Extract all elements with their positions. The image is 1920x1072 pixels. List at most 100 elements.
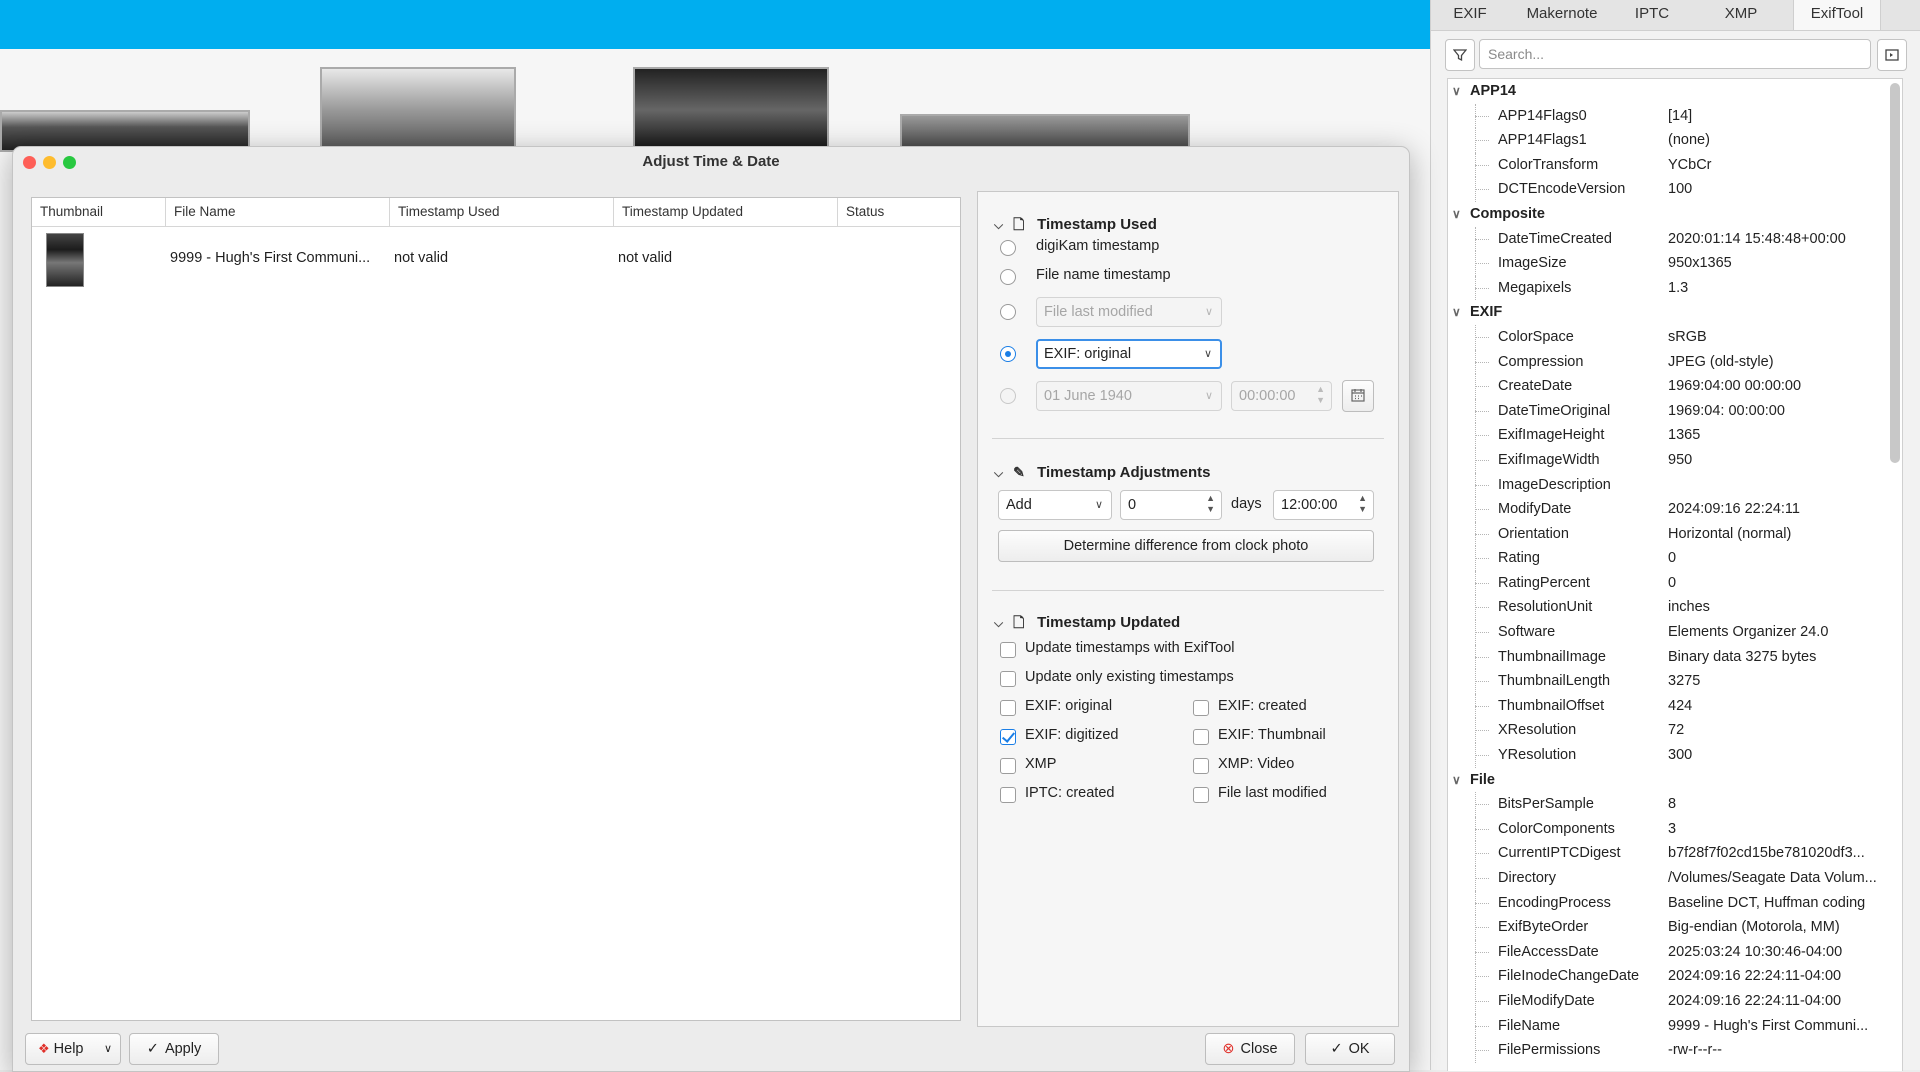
panel-settings-button[interactable] bbox=[1877, 39, 1907, 71]
metadata-value: (none) bbox=[1668, 132, 1710, 149]
digikam-timestamp-label[interactable]: digiKam timestamp bbox=[1036, 238, 1159, 254]
column-thumbnail[interactable]: Thumbnail bbox=[32, 198, 166, 226]
metadata-row[interactable]: FileAccessDate 2025:03:24 10:30:46-04:00 bbox=[1448, 939, 1902, 965]
file-last-modified-checkbox[interactable] bbox=[1193, 787, 1209, 803]
help-button[interactable]: ❖ Help ∨ bbox=[25, 1033, 121, 1065]
column-status[interactable]: Status bbox=[838, 198, 958, 226]
exif-created-label[interactable]: EXIF: created bbox=[1218, 698, 1307, 714]
metadata-row[interactable]: Compression JPEG (old-style) bbox=[1448, 349, 1902, 375]
metadata-row[interactable]: ResolutionUnit inches bbox=[1448, 595, 1902, 621]
column-timestamp-updated[interactable]: Timestamp Updated bbox=[614, 198, 838, 226]
timestamp-used-header[interactable]: ⌵ 🗋 Timestamp Used bbox=[994, 214, 1157, 234]
metadata-group-header[interactable]: ∨ APP14 bbox=[1448, 79, 1902, 104]
file-modified-select[interactable]: File last modified ∨ bbox=[1036, 297, 1222, 327]
metadata-row[interactable]: ImageSize 950x1365 bbox=[1448, 251, 1902, 276]
filter-button[interactable] bbox=[1445, 39, 1475, 71]
ok-button[interactable]: ✓ OK bbox=[1305, 1033, 1395, 1065]
metadata-row[interactable]: ThumbnailImage Binary data 3275 bytes bbox=[1448, 644, 1902, 670]
metadata-row[interactable]: FileName 9999 - Hugh's First Communi... bbox=[1448, 1013, 1902, 1039]
metadata-row[interactable]: DCTEncodeVersion 100 bbox=[1448, 177, 1902, 202]
metadata-row[interactable]: FileInodeChangeDate 2024:09:16 22:24:11-0… bbox=[1448, 964, 1902, 989]
metadata-row[interactable]: Rating 0 bbox=[1448, 546, 1902, 571]
metadata-row[interactable]: ColorSpace sRGB bbox=[1448, 324, 1902, 350]
update-with-exiftool-checkbox[interactable] bbox=[1000, 642, 1016, 658]
xmp-checkbox[interactable] bbox=[1000, 758, 1016, 774]
metadata-row[interactable]: Software Elements Organizer 24.0 bbox=[1448, 620, 1902, 645]
metadata-row[interactable]: ExifImageHeight 1365 bbox=[1448, 423, 1902, 448]
exif-digitized-label[interactable]: EXIF: digitized bbox=[1025, 727, 1119, 743]
metadata-row[interactable]: ExifByteOrder Big-endian (Motorola, MM) bbox=[1448, 915, 1902, 940]
metadata-row[interactable]: XResolution 72 bbox=[1448, 718, 1902, 744]
metadata-group-header[interactable]: ∨ Composite bbox=[1448, 202, 1902, 227]
exif-source-radio[interactable] bbox=[1000, 346, 1016, 362]
update-only-existing-checkbox[interactable] bbox=[1000, 671, 1016, 687]
metadata-row[interactable]: ThumbnailLength 3275 bbox=[1448, 669, 1902, 694]
close-button[interactable]: ⊗ Close bbox=[1205, 1033, 1295, 1065]
exif-created-checkbox[interactable] bbox=[1193, 700, 1209, 716]
tab-exiftool[interactable]: ExifTool bbox=[1793, 0, 1881, 30]
update-only-existing-label[interactable]: Update only existing timestamps bbox=[1025, 669, 1234, 685]
apply-button[interactable]: ✓ Apply bbox=[129, 1033, 219, 1065]
timestamp-adjustments-header[interactable]: ⌵ ✎ Timestamp Adjustments bbox=[994, 462, 1210, 482]
file-modified-radio[interactable] bbox=[1000, 304, 1016, 320]
clock-photo-button[interactable]: Determine difference from clock photo bbox=[998, 530, 1374, 562]
timestamp-updated-header[interactable]: ⌵ 🗋 Timestamp Updated bbox=[994, 612, 1180, 632]
custom-date-radio[interactable] bbox=[1000, 388, 1016, 404]
metadata-row[interactable]: ExifImageWidth 950 bbox=[1448, 447, 1902, 473]
exif-digitized-checkbox[interactable] bbox=[1000, 729, 1016, 745]
metadata-row[interactable]: RatingPercent 0 bbox=[1448, 570, 1902, 596]
metadata-group-header[interactable]: ∨ EXIF bbox=[1448, 300, 1902, 325]
digikam-timestamp-radio[interactable] bbox=[1000, 240, 1016, 256]
metadata-row[interactable]: DateTimeCreated 2020:01:14 15:48:48+00:00 bbox=[1448, 226, 1902, 252]
column-timestamp-used[interactable]: Timestamp Used bbox=[390, 198, 614, 226]
update-with-exiftool-label[interactable]: Update timestamps with ExifTool bbox=[1025, 640, 1235, 656]
custom-time-field[interactable]: 00:00:00 ▲ ▼ bbox=[1231, 381, 1332, 411]
exif-thumbnail-checkbox[interactable] bbox=[1193, 729, 1209, 745]
metadata-row[interactable]: ColorTransform YCbCr bbox=[1448, 152, 1902, 178]
xmp-video-checkbox[interactable] bbox=[1193, 758, 1209, 774]
metadata-row[interactable]: Directory/Volumes/Seagate Data Volum... bbox=[1448, 866, 1902, 891]
metadata-row[interactable]: YResolution 300 bbox=[1448, 743, 1902, 768]
metadata-row[interactable]: ModifyDate 2024:09:16 22:24:11 bbox=[1448, 497, 1902, 522]
iptc-created-label[interactable]: IPTC: created bbox=[1025, 785, 1114, 801]
metadata-row[interactable]: FilePermissions -rw-r--r-- bbox=[1448, 1038, 1902, 1063]
metadata-row[interactable]: DateTimeOriginal 1969:04: 00:00:00 bbox=[1448, 398, 1902, 424]
metadata-group-header[interactable]: ∨ File bbox=[1448, 768, 1902, 793]
metadata-row[interactable]: ThumbnailOffset 424 bbox=[1448, 693, 1902, 719]
iptc-created-checkbox[interactable] bbox=[1000, 787, 1016, 803]
xmp-video-label[interactable]: XMP: Video bbox=[1218, 756, 1294, 772]
adjust-time-field[interactable]: 12:00:00 ▲ ▼ bbox=[1273, 490, 1374, 520]
exif-original-checkbox[interactable] bbox=[1000, 700, 1016, 716]
tab-xmp[interactable]: XMP bbox=[1689, 0, 1793, 30]
metadata-row[interactable]: Megapixels 1.3 bbox=[1448, 275, 1902, 301]
metadata-row[interactable]: CreateDate 1969:04:00 00:00:00 bbox=[1448, 374, 1902, 399]
calendar-button[interactable] bbox=[1342, 380, 1374, 412]
exif-source-select[interactable]: EXIF: original ∨ bbox=[1036, 339, 1222, 369]
metadata-row[interactable]: FileModifyDate 2024:09:16 22:24:11-04:00 bbox=[1448, 988, 1902, 1014]
metadata-row[interactable]: ColorComponents 3 bbox=[1448, 816, 1902, 842]
xmp-label[interactable]: XMP bbox=[1025, 756, 1056, 772]
adjust-mode-select[interactable]: Add ∨ bbox=[998, 490, 1112, 520]
column-file-name[interactable]: File Name bbox=[166, 198, 390, 226]
tab-makernote[interactable]: Makernote bbox=[1509, 0, 1615, 30]
filename-timestamp-radio[interactable] bbox=[1000, 269, 1016, 285]
metadata-row[interactable]: Orientation Horizontal (normal) bbox=[1448, 521, 1902, 547]
exif-thumbnail-label[interactable]: EXIF: Thumbnail bbox=[1218, 727, 1326, 743]
tab-iptc[interactable]: IPTC bbox=[1615, 0, 1689, 30]
tab-exif[interactable]: EXIF bbox=[1431, 0, 1509, 30]
filename-timestamp-label[interactable]: File name timestamp bbox=[1036, 267, 1171, 283]
metadata-search-input[interactable] bbox=[1479, 39, 1871, 69]
file-last-modified-label[interactable]: File last modified bbox=[1218, 785, 1327, 801]
metadata-row[interactable]: ImageDescription bbox=[1448, 472, 1902, 498]
metadata-row[interactable]: APP14Flags1 (none) bbox=[1448, 128, 1902, 153]
metadata-row[interactable]: BitsPerSample 8 bbox=[1448, 792, 1902, 817]
album-thumbnail[interactable] bbox=[633, 67, 829, 153]
days-stepper[interactable]: 0 ▲ ▼ bbox=[1120, 490, 1222, 520]
exif-original-label[interactable]: EXIF: original bbox=[1025, 698, 1112, 714]
metadata-row[interactable]: EncodingProcess Baseline DCT, Huffman cod… bbox=[1448, 890, 1902, 916]
metadata-row[interactable]: APP14Flags0 [14] bbox=[1448, 103, 1902, 129]
custom-date-select[interactable]: 01 June 1940 ∨ bbox=[1036, 381, 1222, 411]
metadata-row[interactable]: CurrentIPTCDigest b7f28f7f02cd15be781020d… bbox=[1448, 841, 1902, 866]
table-row[interactable]: 9999 - Hugh's First Communi... not valid… bbox=[32, 227, 960, 289]
album-thumbnail[interactable] bbox=[320, 67, 516, 153]
